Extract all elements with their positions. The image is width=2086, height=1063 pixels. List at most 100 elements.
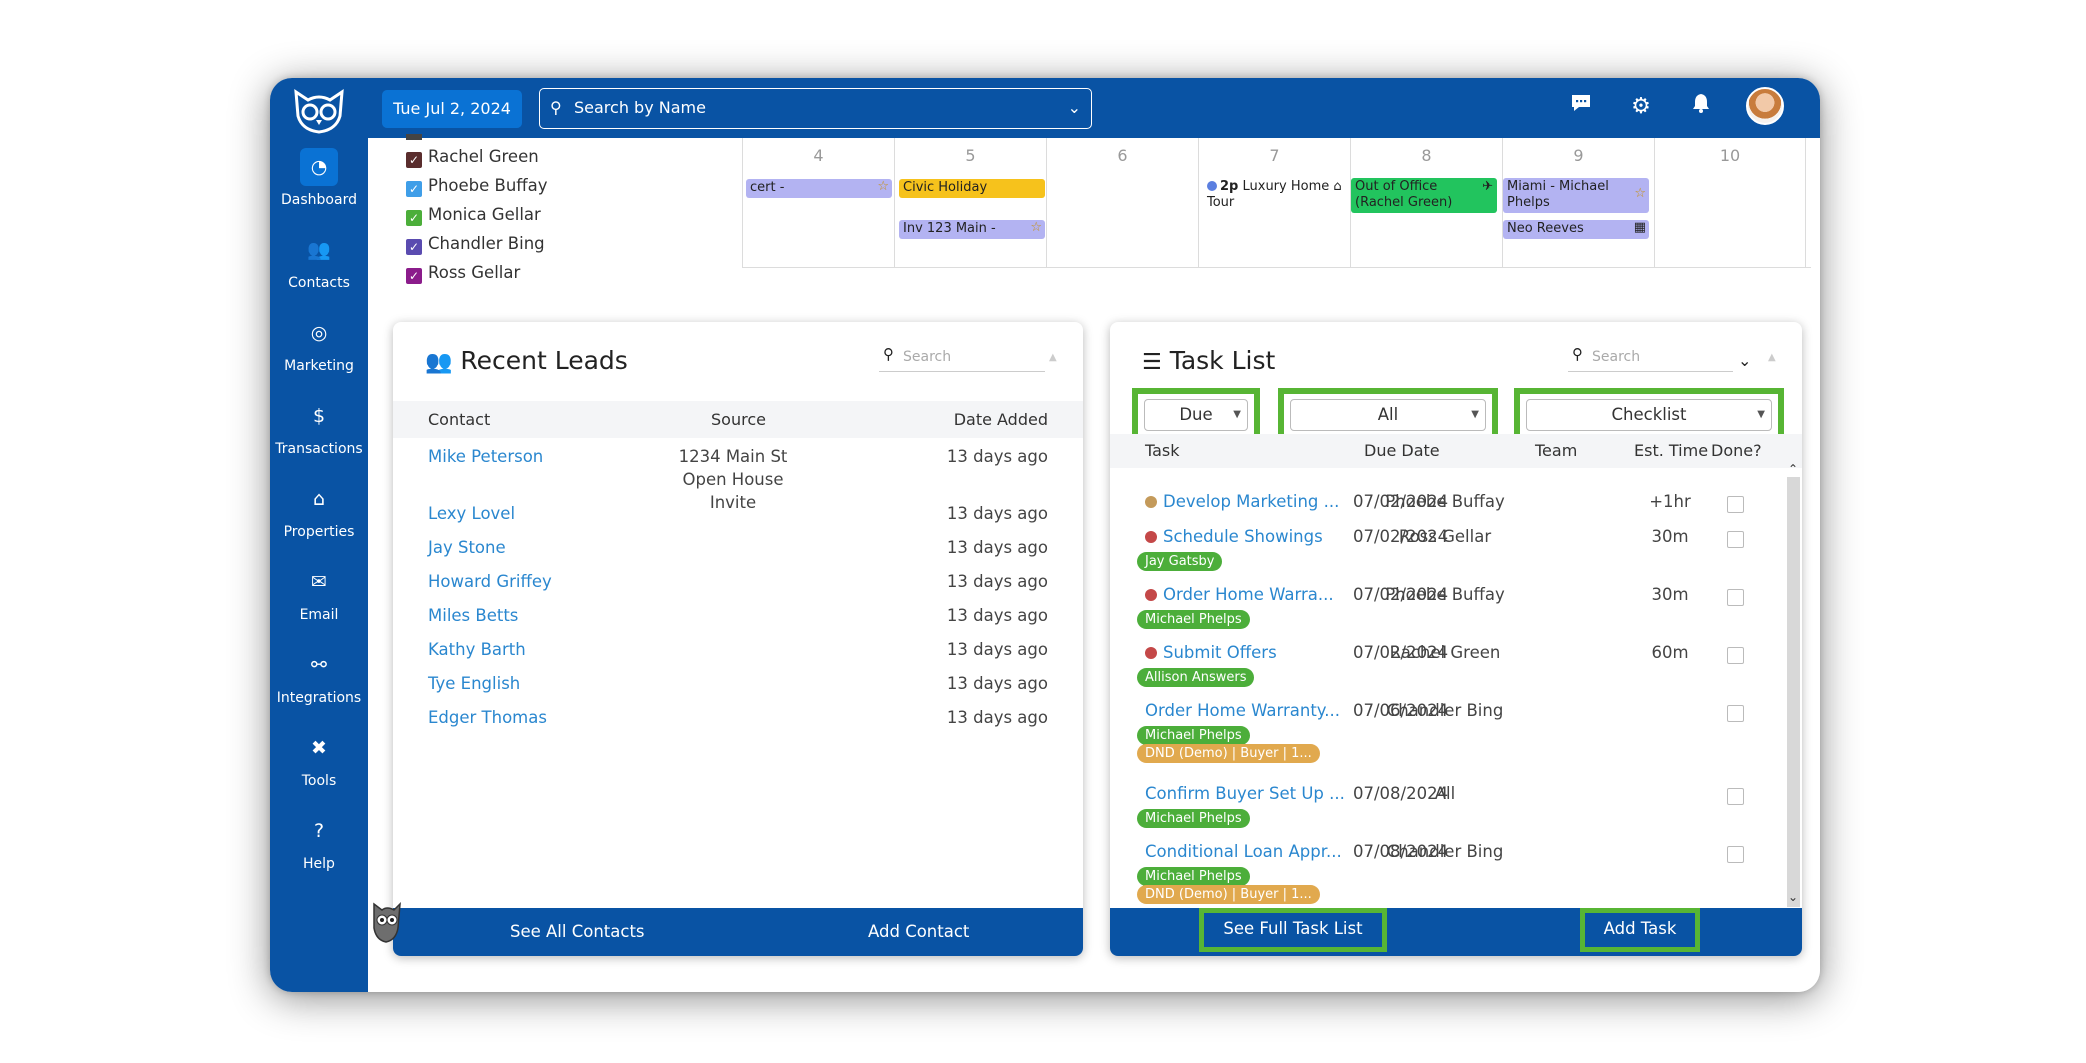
sidebar-item-transactions[interactable]: $ Transactions <box>270 397 368 467</box>
agent-filter-item[interactable]: ✓ Monica Gellar <box>406 202 541 228</box>
sidebar-item-marketing[interactable]: ◎ Marketing <box>270 314 368 384</box>
task-title[interactable]: Order Home Warra... <box>1145 585 1334 604</box>
calendar-event[interactable]: cert - ☆ <box>746 179 892 198</box>
lead-contact-link[interactable]: Edger Thomas <box>428 708 547 727</box>
lead-date-added: 13 days ago <box>946 674 1048 693</box>
date-button[interactable]: Tue Jul 2, 2024 <box>382 90 522 128</box>
calendar-event[interactable]: Miami - Michael Phelps ☆ <box>1503 178 1649 213</box>
dropdown-arrow-icon: ▼ <box>1471 409 1479 420</box>
calendar-day[interactable]: 10 <box>1654 138 1806 268</box>
task-title-link[interactable]: Submit Offers <box>1163 643 1277 662</box>
task-done-checkbox[interactable] <box>1727 531 1744 548</box>
checklist-filter-value: Checklist <box>1611 405 1687 424</box>
task-title[interactable]: Confirm Buyer Set Up ... <box>1145 784 1345 803</box>
see-full-task-list-button[interactable]: See Full Task List <box>1199 908 1387 952</box>
agent-filter-item[interactable]: ✓ Chandler Bing <box>406 231 545 257</box>
agent-filter-item[interactable]: ✓ Ross Gellar <box>406 260 520 286</box>
task-title-link[interactable]: Schedule Showings <box>1163 527 1323 546</box>
calendar-event[interactable]: 2p Luxury Home ⌂ Tour <box>1203 178 1351 212</box>
collapse-icon[interactable]: ▲ <box>1049 352 1057 363</box>
collapse-icon[interactable]: ▲ <box>1768 352 1776 363</box>
sidebar-item-dashboard[interactable]: ◔ Dashboard <box>270 148 368 218</box>
task-scrollbar[interactable] <box>1787 477 1800 907</box>
contact-tag[interactable]: Allison Answers <box>1137 668 1255 687</box>
calendar-day-number: 8 <box>1421 146 1432 165</box>
task-team: Rachel Green <box>1389 643 1501 662</box>
contact-tag[interactable]: Michael Phelps <box>1137 809 1250 828</box>
agent-filter-item[interactable]: ✓ Phoebe Buffay <box>406 173 548 199</box>
task-title[interactable]: Conditional Loan Appr... <box>1145 842 1342 861</box>
tasks-search-input[interactable]: ⚲ Search <box>1568 342 1733 372</box>
lead-contact-link[interactable]: Tye English <box>428 674 520 693</box>
task-done-checkbox[interactable] <box>1727 846 1744 863</box>
task-title-link[interactable]: Confirm Buyer Set Up ... <box>1145 784 1345 803</box>
task-title[interactable]: Submit Offers <box>1145 643 1277 662</box>
calendar-event[interactable]: Neo Reeves ▦ <box>1503 220 1649 239</box>
agent-filter-item[interactable]: ✓ Rachel Green <box>406 144 539 170</box>
event-title: Neo Reeves <box>1507 221 1584 236</box>
lead-contact-link[interactable]: Miles Betts <box>428 606 518 625</box>
add-contact-button[interactable]: Add Contact <box>868 908 969 956</box>
lead-contact-link[interactable]: Mike Peterson <box>428 447 543 466</box>
contact-tag[interactable]: Michael Phelps <box>1137 726 1250 745</box>
owl-mascot-icon[interactable] <box>370 896 404 944</box>
task-title[interactable]: Schedule Showings <box>1145 527 1323 546</box>
scroll-up-icon[interactable]: ⌃ <box>1788 462 1798 476</box>
calendar-day[interactable]: 5 <box>894 138 1046 268</box>
lead-contact-link[interactable]: Jay Stone <box>428 538 506 557</box>
task-done-checkbox[interactable] <box>1727 705 1744 722</box>
sidebar-item-tools[interactable]: ✖ Tools <box>270 729 368 799</box>
event-title: Inv 123 Main - <box>903 221 996 236</box>
contact-tag[interactable]: Michael Phelps <box>1137 610 1250 629</box>
leads-search-input[interactable]: ⚲ Search <box>879 342 1045 372</box>
lead-contact-link[interactable]: Howard Griffey <box>428 572 552 591</box>
calendar-event[interactable]: Inv 123 Main - ☆ <box>899 220 1045 239</box>
task-title-link[interactable]: Order Home Warranty... <box>1145 701 1340 720</box>
task-title[interactable]: Order Home Warranty... <box>1145 701 1340 720</box>
transaction-tag[interactable]: DND (Demo) | Buyer | 1... <box>1137 744 1320 763</box>
agent-checkbox[interactable]: ✓ <box>406 181 422 197</box>
calendar-event[interactable]: Out of Office (Rachel Green) ✈ <box>1351 178 1497 213</box>
transaction-tag[interactable]: DND (Demo) | Buyer | 1... <box>1137 885 1320 904</box>
sidebar-item-integrations[interactable]: ⚯ Integrations <box>270 646 368 716</box>
sidebar-item-help[interactable]: ? Help <box>270 812 368 882</box>
search-by-name-input[interactable]: ⚲ Search by Name ⌄ <box>539 88 1092 129</box>
task-done-checkbox[interactable] <box>1727 788 1744 805</box>
owl-logo-icon[interactable] <box>290 86 348 134</box>
contact-tag[interactable]: Jay Gatsby <box>1137 552 1223 571</box>
priority-dot <box>1145 647 1157 659</box>
sidebar-item-contacts[interactable]: 👥 Contacts <box>270 231 368 301</box>
priority-dot <box>1145 531 1157 543</box>
task-title[interactable]: Develop Marketing ... <box>1145 492 1339 511</box>
chat-icon[interactable] <box>1566 92 1596 122</box>
calendar-day-number: 7 <box>1269 146 1280 165</box>
task-title-link[interactable]: Conditional Loan Appr... <box>1145 842 1342 861</box>
chevron-down-icon[interactable]: ⌄ <box>1738 351 1751 370</box>
see-all-contacts-button[interactable]: See All Contacts <box>510 908 645 956</box>
add-task-button[interactable]: Add Task <box>1580 908 1700 952</box>
agent-checkbox[interactable]: ✓ <box>406 268 422 284</box>
sidebar-item-properties[interactable]: ⌂ Properties <box>270 480 368 550</box>
agent-checkbox[interactable]: ✓ <box>406 239 422 255</box>
calendar-day[interactable]: 4 <box>742 138 894 268</box>
lead-contact-link[interactable]: Kathy Barth <box>428 640 526 659</box>
user-avatar[interactable] <box>1746 87 1784 125</box>
calendar-event[interactable]: Civic Holiday <box>899 179 1045 198</box>
contact-tag[interactable]: Michael Phelps <box>1137 867 1250 886</box>
calendar-day[interactable]: 6 <box>1046 138 1198 268</box>
gear-icon[interactable]: ⚙ <box>1626 92 1656 122</box>
task-title-link[interactable]: Order Home Warra... <box>1163 585 1334 604</box>
sidebar-item-label: Marketing <box>284 358 354 374</box>
scroll-down-icon[interactable]: ⌄ <box>1788 890 1798 904</box>
task-done-checkbox[interactable] <box>1727 647 1744 664</box>
agent-checkbox[interactable]: ✓ <box>406 152 422 168</box>
task-done-checkbox[interactable] <box>1727 496 1744 513</box>
lead-contact-link[interactable]: Lexy Lovel <box>428 504 515 523</box>
chevron-down-icon[interactable]: ⌄ <box>1068 89 1081 127</box>
task-done-checkbox[interactable] <box>1727 589 1744 606</box>
leads-search-placeholder: Search <box>903 349 952 365</box>
sidebar-item-email[interactable]: ✉ Email <box>270 563 368 633</box>
bell-icon[interactable] <box>1686 92 1716 122</box>
agent-checkbox[interactable]: ✓ <box>406 210 422 226</box>
task-title-link[interactable]: Develop Marketing ... <box>1163 492 1339 511</box>
